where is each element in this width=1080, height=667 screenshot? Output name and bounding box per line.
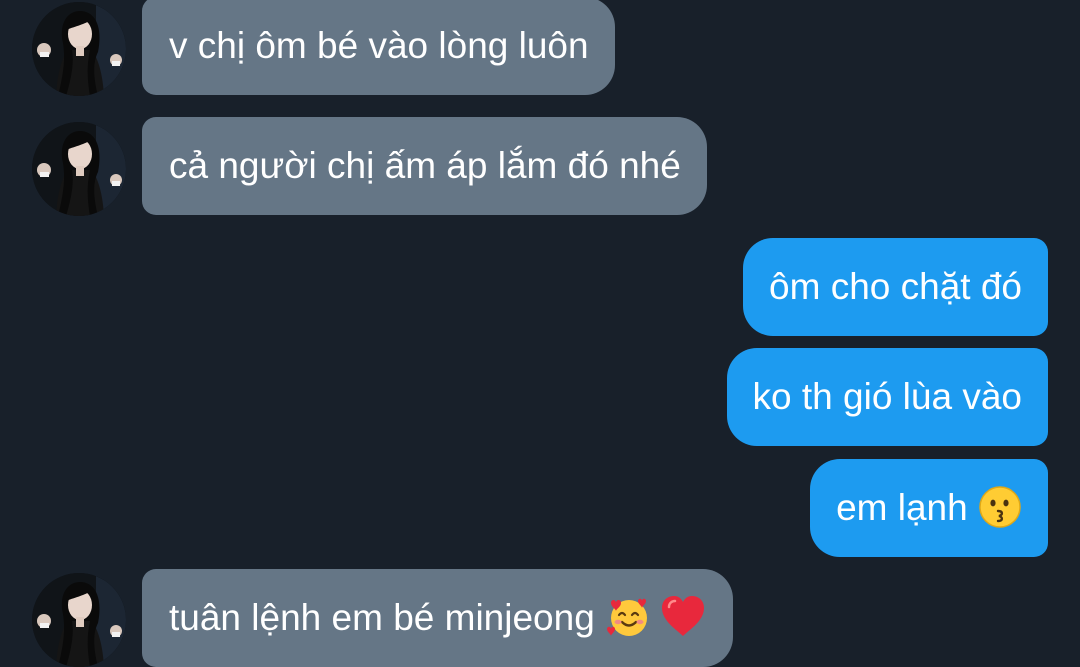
sender-avatar[interactable]: [32, 2, 126, 96]
message-text: v chị ôm bé vào lòng luôn: [169, 25, 589, 66]
outgoing-message-bubble[interactable]: ôm cho chặt đó: [743, 238, 1048, 336]
red-heart-icon: [659, 593, 707, 641]
message-text: ko th gió lùa vào: [752, 376, 1022, 417]
incoming-message-bubble[interactable]: cả người chị ấm áp lắm đó nhé: [142, 117, 707, 215]
outgoing-message-bubble[interactable]: ko th gió lùa vào: [726, 348, 1048, 446]
message-text: tuân lệnh em bé minjeong: [169, 597, 595, 638]
incoming-message-bubble[interactable]: v chị ôm bé vào lòng luôn: [142, 0, 615, 95]
avatar-photo: [32, 573, 126, 667]
message-text: ôm cho chặt đó: [769, 266, 1022, 307]
kissing-face-icon: [978, 485, 1022, 529]
incoming-message-bubble[interactable]: tuân lệnh em bé minjeong: [142, 569, 734, 667]
sender-avatar[interactable]: [32, 573, 126, 667]
message-text: cả người chị ấm áp lắm đó nhé: [169, 145, 681, 186]
message-text: em lạnh: [836, 487, 968, 528]
outgoing-message-bubble[interactable]: em lạnh: [810, 459, 1048, 557]
avatar-photo: [32, 122, 126, 216]
sender-avatar[interactable]: [32, 122, 126, 216]
smiling-face-with-hearts-icon: [605, 593, 653, 641]
avatar-photo: [32, 2, 126, 96]
